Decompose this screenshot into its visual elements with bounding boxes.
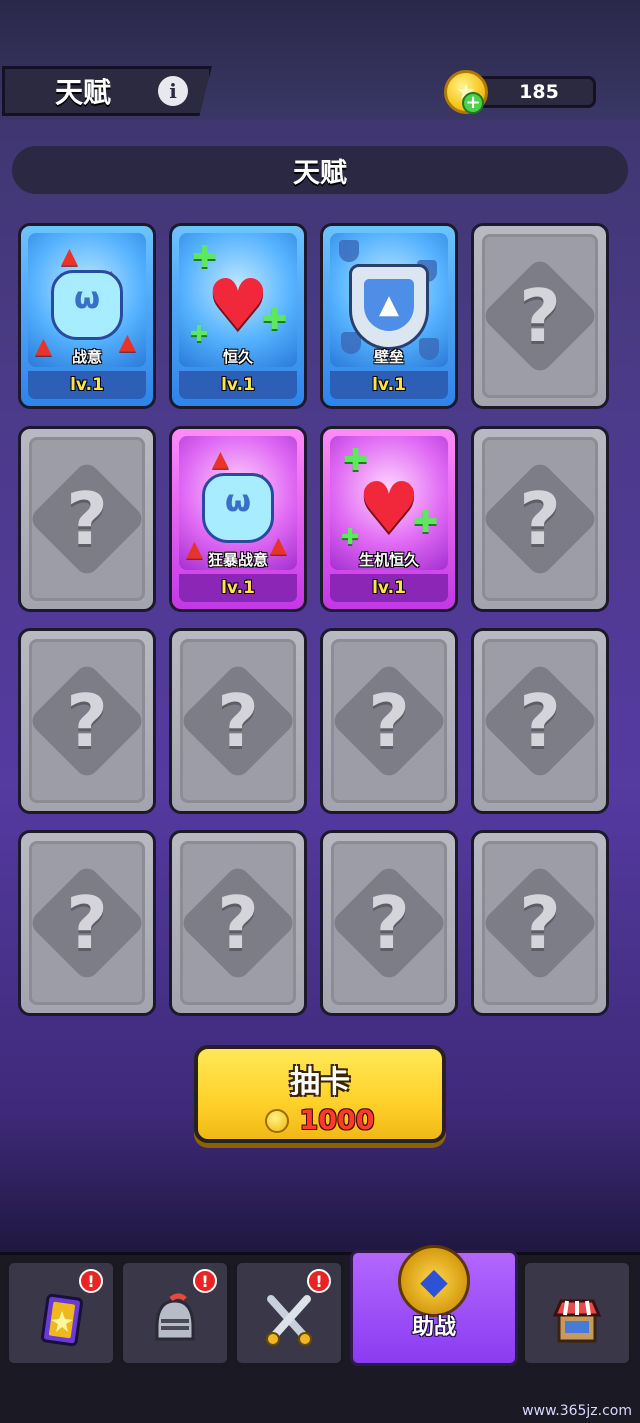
shop-icon: [552, 1299, 602, 1343]
alert-badge-icon: !: [79, 1269, 103, 1293]
locked-talent-card[interactable]: ?: [320, 830, 458, 1016]
nav-label-assist: 助战: [411, 1315, 456, 1340]
shield-icon: ▲: [349, 264, 429, 350]
nav-tab-assist[interactable]: ◆ 助战: [350, 1245, 518, 1366]
card-icon: [40, 1293, 84, 1347]
fist-icon: [51, 270, 123, 340]
locked-talent-card[interactable]: ?: [320, 628, 458, 814]
question-mark-icon: ?: [217, 881, 259, 965]
draw-cost: 1000: [299, 1105, 375, 1136]
talent-card[interactable]: ✚ ✚ ✚ ♥ 恒久 lv.1: [169, 223, 307, 409]
question-mark-icon: ?: [66, 881, 108, 965]
up-arrow-icon: ▲: [212, 447, 229, 472]
question-mark-icon: ?: [217, 679, 259, 763]
heart-icon: ♥: [206, 264, 270, 346]
draw-cost-row: 1000: [198, 1105, 442, 1136]
card-name: 战意: [71, 348, 102, 366]
question-mark-icon: ?: [368, 679, 410, 763]
locked-talent-card[interactable]: ?: [18, 628, 156, 814]
locked-talent-card[interactable]: ?: [471, 426, 609, 612]
card-level: lv.1: [179, 574, 297, 602]
card-name: 生机恒久: [358, 551, 419, 569]
locked-talent-card[interactable]: ?: [169, 830, 307, 1016]
add-coins-icon[interactable]: +: [462, 92, 484, 114]
question-mark-icon: ?: [519, 881, 561, 965]
section-header: 天赋: [12, 146, 628, 194]
watermark: www.365jz.com: [522, 1403, 632, 1419]
card-name: 恒久: [222, 348, 253, 366]
question-mark-icon: ?: [368, 881, 410, 965]
locked-talent-card[interactable]: ?: [471, 628, 609, 814]
question-mark-icon: ?: [66, 477, 108, 561]
question-mark-icon: ?: [519, 274, 561, 358]
fist-icon: [202, 473, 274, 543]
alert-badge-icon: !: [307, 1269, 331, 1293]
question-mark-icon: ?: [519, 679, 561, 763]
nav-tab-weapons[interactable]: !: [234, 1260, 344, 1366]
nav-tab-shop[interactable]: [522, 1260, 632, 1366]
crossed-swords-icon: [266, 1295, 312, 1346]
card-level: lv.1: [28, 371, 146, 399]
up-arrow-icon: ▲: [61, 244, 78, 269]
section-title: 天赋: [293, 157, 347, 189]
pentagram-emblem-icon: ◆: [398, 1245, 470, 1317]
locked-talent-card[interactable]: ?: [471, 830, 609, 1016]
small-shield-icon: [339, 240, 359, 262]
coin-icon: [265, 1108, 290, 1133]
card-level: lv.1: [179, 371, 297, 399]
locked-talent-card[interactable]: ?: [18, 830, 156, 1016]
talent-card[interactable]: ✚ ✚ ✚ ♥ 生机恒久 lv.1: [320, 426, 458, 612]
coin-count: 185: [519, 81, 559, 103]
alert-badge-icon: !: [193, 1269, 217, 1293]
talent-card[interactable]: ▲ 壁垒 lv.1: [320, 223, 458, 409]
card-name: 狂暴战意: [207, 551, 268, 569]
nav-tab-equipment[interactable]: !: [120, 1260, 230, 1366]
heart-icon: ♥: [357, 467, 421, 549]
question-mark-icon: ?: [66, 679, 108, 763]
talent-card[interactable]: ▲▲▲▲战意lv.1: [18, 223, 156, 409]
nav-tab-cards[interactable]: !: [6, 1260, 116, 1366]
locked-talent-card[interactable]: ?: [471, 223, 609, 409]
locked-talent-card[interactable]: ?: [169, 628, 307, 814]
talent-card[interactable]: ▲▲▲▲狂暴战意lv.1: [169, 426, 307, 612]
draw-card-label: 抽卡: [290, 1065, 350, 1100]
card-name: 壁垒: [373, 348, 404, 366]
page-title: 天赋: [55, 76, 112, 109]
card-level: lv.1: [330, 371, 448, 399]
question-mark-icon: ?: [519, 477, 561, 561]
card-level: lv.1: [330, 574, 448, 602]
locked-talent-card[interactable]: ?: [18, 426, 156, 612]
helmet-icon: [155, 1293, 195, 1341]
draw-card-button[interactable]: 抽卡 1000: [194, 1045, 446, 1143]
info-icon[interactable]: i: [158, 76, 188, 106]
